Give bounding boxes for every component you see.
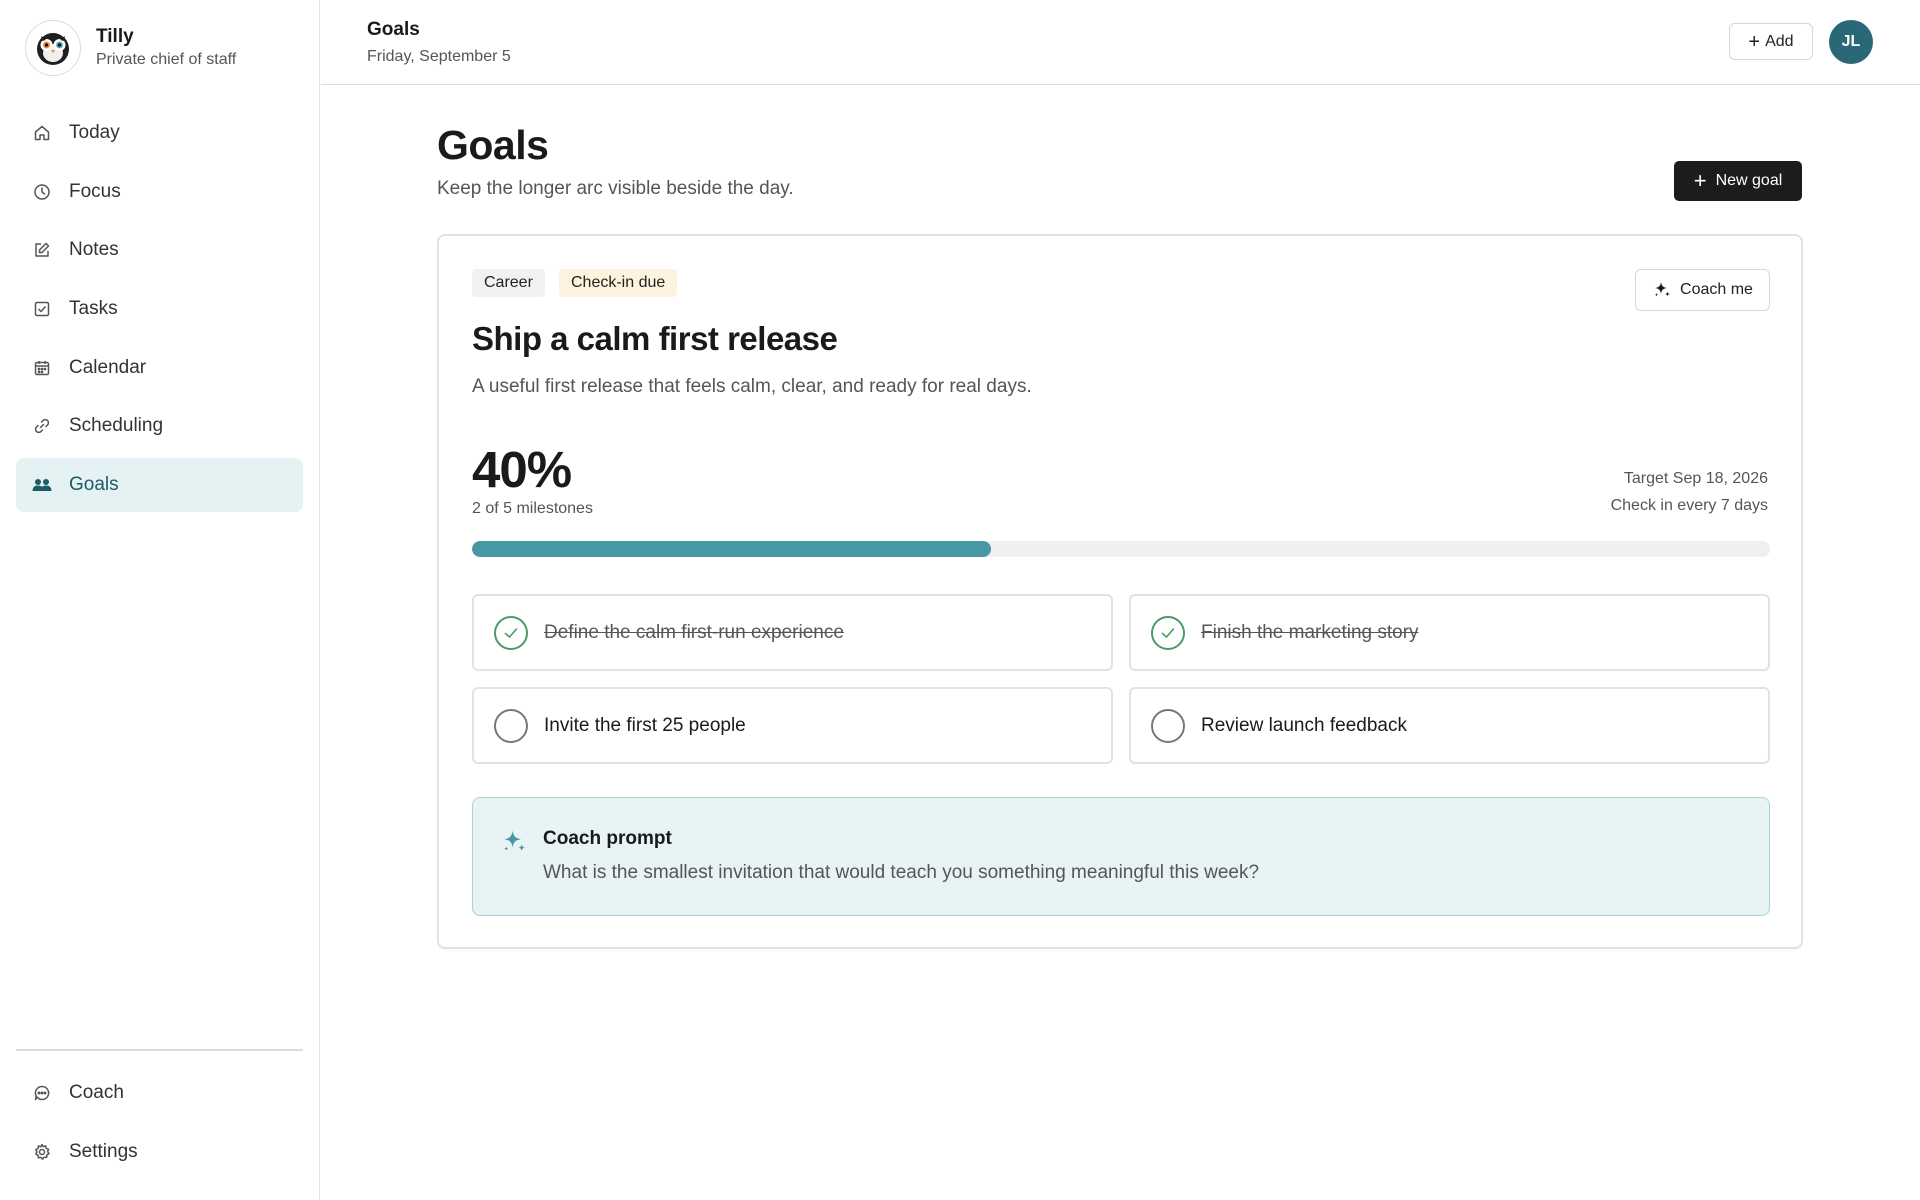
plus-icon: + [1748, 30, 1761, 53]
goal-tag-category: Career [472, 269, 545, 297]
edit-icon [32, 240, 52, 260]
sidebar-item-scheduling[interactable]: Scheduling [16, 399, 303, 453]
sidebar-item-label: Coach [69, 1082, 124, 1103]
add-button[interactable]: + Add [1729, 23, 1813, 60]
milestone-label: Define the calm first-run experience [544, 621, 844, 643]
clock-icon [32, 182, 52, 202]
empty-circle-icon[interactable] [1151, 708, 1185, 743]
goal-description: A useful first release that feels calm, … [472, 376, 1032, 397]
top-header: Goals Friday, September 5 + Add JL [321, 0, 1920, 85]
sidebar-item-label: Today [69, 122, 120, 143]
goal-title: Ship a calm first release [472, 320, 838, 357]
brand-name: Tilly [96, 26, 134, 47]
add-button-label: Add [1765, 32, 1794, 50]
milestone-item[interactable]: Invite the first 25 people [472, 687, 1113, 764]
page-title: Goals [437, 122, 549, 168]
milestone-label: Review launch feedback [1201, 714, 1407, 736]
home-icon [32, 123, 52, 143]
sidebar-bottom-nav: Coach Settings [16, 1066, 303, 1183]
plus-icon: + [1693, 168, 1707, 193]
sidebar-item-notes[interactable]: Notes [16, 223, 303, 277]
milestone-item[interactable]: Review launch feedback [1129, 687, 1770, 764]
progress-bar-fill [472, 541, 992, 557]
coach-prompt: Coach prompt What is the smallest invita… [472, 797, 1770, 916]
coach-me-button[interactable]: Coach me [1635, 269, 1770, 311]
sidebar-item-label: Scheduling [69, 415, 164, 437]
goal-card: Career Check-in due Coach me Ship a calm… [437, 234, 1803, 949]
empty-circle-icon[interactable] [494, 708, 528, 743]
checkbox-icon [32, 299, 52, 319]
sparkle-icon [1652, 280, 1672, 300]
sidebar-item-calendar[interactable]: Calendar [16, 341, 303, 395]
coach-prompt-title: Coach prompt [543, 828, 672, 849]
milestone-label: Finish the marketing story [1201, 621, 1419, 643]
header-date: Friday, September 5 [367, 48, 511, 65]
sidebar-item-focus[interactable]: Focus [16, 165, 303, 219]
new-goal-button-label: New goal [1715, 172, 1783, 189]
coach-prompt-text: What is the smallest invitation that wou… [543, 862, 1260, 883]
sidebar-item-label: Notes [69, 239, 119, 261]
sidebar-item-label: Focus [69, 180, 121, 202]
progress-percent: 40% [472, 441, 572, 498]
sidebar-divider [16, 1049, 303, 1051]
new-goal-button[interactable]: + New goal [1674, 161, 1802, 201]
checkin-frequency: Check in every 7 days [1610, 497, 1768, 514]
sidebar-item-goals[interactable]: Goals [16, 458, 303, 513]
progress-bar [472, 541, 1770, 557]
sidebar-item-tasks[interactable]: Tasks [16, 282, 303, 336]
chat-icon [32, 1083, 52, 1103]
sidebar-item-label: Goals [69, 474, 119, 496]
target-date: Target Sep 18, 2026 [1623, 470, 1768, 487]
sidebar-item-label: Calendar [69, 356, 147, 378]
check-circle-icon[interactable] [1151, 615, 1185, 650]
page-subtitle: Keep the longer arc visible beside the d… [437, 178, 794, 199]
milestone-count: 2 of 5 milestones [472, 500, 593, 517]
brand-tagline: Private chief of staff [96, 51, 237, 68]
sidebar-item-settings[interactable]: Settings [16, 1125, 303, 1179]
milestone-item[interactable]: Finish the marketing story [1129, 594, 1770, 671]
owl-logo-icon [25, 20, 81, 76]
avatar[interactable]: JL [1829, 20, 1873, 64]
sparkle-icon [500, 828, 528, 861]
header-title: Goals [367, 19, 420, 40]
people-icon [32, 475, 52, 495]
milestone-list: Define the calm first-run experience Fin… [472, 594, 1770, 764]
coach-me-label: Coach me [1680, 281, 1753, 298]
sidebar-nav: Today Focus Notes Tasks Calendar Schedul… [16, 106, 303, 517]
brand[interactable]: Tilly Private chief of staff [25, 20, 236, 76]
link-icon [32, 416, 52, 436]
sidebar-item-today[interactable]: Today [16, 106, 303, 160]
milestone-label: Invite the first 25 people [544, 714, 746, 736]
milestone-item[interactable]: Define the calm first-run experience [472, 594, 1113, 671]
sidebar-item-coach[interactable]: Coach [16, 1066, 303, 1120]
sidebar-item-label: Tasks [69, 298, 118, 320]
sidebar-item-label: Settings [69, 1140, 138, 1162]
goal-tag-status: Check-in due [559, 269, 678, 297]
check-circle-icon[interactable] [494, 615, 528, 650]
calendar-icon [32, 358, 52, 378]
sidebar: Tilly Private chief of staff Today Focus… [0, 0, 320, 1200]
gear-icon [32, 1142, 52, 1162]
